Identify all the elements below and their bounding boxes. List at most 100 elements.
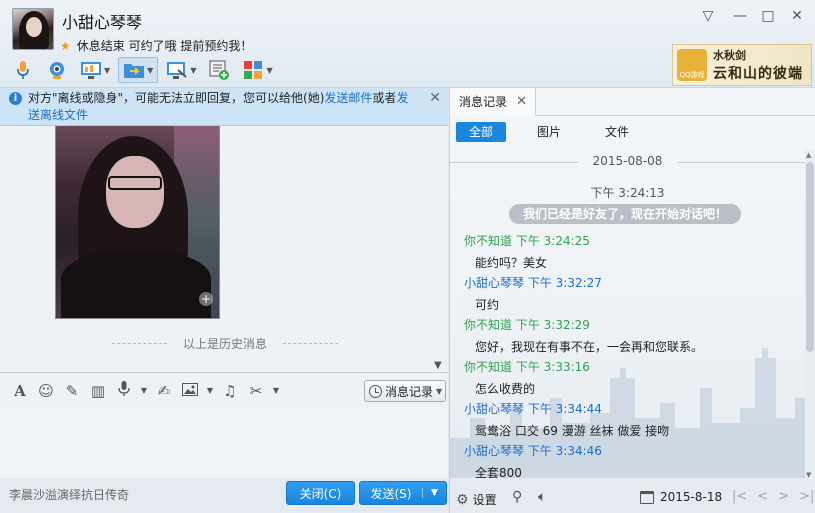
chevron-down-icon[interactable]: ▼ <box>147 66 153 75</box>
message-text: 全套800 <box>475 466 522 480</box>
prev-page-icon[interactable]: < <box>757 489 768 504</box>
chevron-down-icon[interactable]: ▼ <box>104 66 110 75</box>
close-tab-icon[interactable]: ✕ <box>516 88 527 116</box>
contact-avatar[interactable] <box>12 8 54 50</box>
send-email-link[interactable]: 发送邮件 <box>324 91 372 105</box>
edit-icon[interactable]: ✍ <box>154 382 174 400</box>
message-list[interactable]: 2015-08-08 下午 3:24:13 我们已经是好友了，现在开始对话吧！ … <box>450 150 805 480</box>
video-call-button[interactable] <box>42 57 72 83</box>
chevron-down-icon[interactable]: ▼ <box>266 66 272 75</box>
filter-tab-all[interactable]: 全部 <box>456 122 507 142</box>
message-scrollbar[interactable]: ▲ ▼ <box>805 150 815 480</box>
calendar-icon <box>640 490 654 504</box>
date-separator: 2015-08-08 <box>450 154 805 168</box>
chevron-down-icon[interactable]: ▼ <box>190 66 196 75</box>
scissors-icon[interactable]: ✂ <box>246 382 266 400</box>
scroll-thumb[interactable] <box>806 162 814 352</box>
image-icon[interactable] <box>180 382 200 400</box>
send-button[interactable]: 发送(S) ▼ <box>359 481 447 505</box>
filter-tab-files[interactable]: 文件 <box>592 122 642 142</box>
close-notice-icon[interactable]: ✕ <box>429 90 441 107</box>
notice-or: 或者 <box>372 91 397 105</box>
message-record-button[interactable]: 消息记录 ▼ <box>364 380 446 402</box>
send-file-button[interactable]: ▼ <box>118 57 159 83</box>
chevron-down-icon[interactable]: ▼ <box>140 386 148 395</box>
bottom-bar: 李晨沙溢演绎抗日传奇 关闭(C) 发送(S) ▼ <box>0 478 448 513</box>
chat-toolbar: ▼ ▼ ▼ ▼ <box>8 56 277 84</box>
ad-line2: 云和山的彼端 <box>713 66 803 82</box>
nudge-icon[interactable]: ✎ <box>62 382 82 400</box>
settings-button[interactable]: ⚙ 设置 <box>456 491 497 508</box>
first-page-icon[interactable]: |< <box>732 489 747 504</box>
close-chat-button[interactable]: 关闭(C) <box>286 481 355 505</box>
contact-name[interactable]: 小甜心琴琴 <box>62 9 142 33</box>
collapse-chevron-icon[interactable]: ▼ <box>434 360 442 371</box>
screenshot-share-button[interactable]: ▼ <box>162 57 200 83</box>
next-page-icon[interactable]: > <box>778 489 789 504</box>
filter-tab-images[interactable]: 图片 <box>524 122 574 142</box>
notice-text: 对方"离线或隐身"，可能无法立即回复，您可以给他(她) <box>28 91 325 105</box>
scroll-down-icon[interactable]: ▼ <box>806 471 811 479</box>
scroll-up-icon[interactable]: ▲ <box>806 151 811 159</box>
tab-label: 消息记录 <box>459 95 508 109</box>
date-picker[interactable]: 2015-8-18 <box>640 490 722 504</box>
settings-label: 设置 <box>472 493 497 507</box>
minimize-button[interactable]: — <box>730 8 750 24</box>
create-discussion-button[interactable] <box>204 57 234 83</box>
page-navigation: |< < > >| <box>732 489 814 504</box>
news-ticker-link[interactable]: 李晨沙溢演绎抗日传奇 <box>9 486 129 503</box>
calendar-date: 2015-8-18 <box>660 490 723 504</box>
dropdown-icon[interactable]: ▽ <box>698 8 718 24</box>
clock-icon <box>369 384 382 398</box>
message-text: 鸳鸯浴 口交 69 漫游 丝袜 做爱 接吻 <box>475 424 670 438</box>
game-ad-banner[interactable]: QQ游戏 水秋剑 云和山的彼端 <box>672 44 812 86</box>
tab-message-record[interactable]: 消息记录 ✕ <box>450 88 536 116</box>
chevron-down-icon[interactable]: ▼ <box>272 386 280 395</box>
message-input[interactable] <box>0 408 448 478</box>
font-icon[interactable]: A <box>10 382 30 400</box>
history-bottom-bar: ⚙ 设置 ⚲ 🔈︎ 2015-8-18 |< < > >| <box>450 485 815 513</box>
offline-notice-bar: i 对方"离线或隐身"，可能无法立即回复，您可以给他(她)发送邮件或者发送离线文… <box>0 88 448 126</box>
add-chat-icon <box>208 59 230 81</box>
system-message: 我们已经是好友了，现在开始对话吧！ <box>509 204 741 224</box>
filter-tabs: 全部 图片 文件 <box>456 122 660 142</box>
chevron-down-icon[interactable]: ▼ <box>422 488 446 498</box>
voice-call-button[interactable] <box>8 57 38 83</box>
message-header: 小甜心琴琴 下午 3:32:27 <box>464 276 602 290</box>
microphone-icon <box>12 59 34 81</box>
webcam-icon <box>46 59 68 81</box>
contact-status: ★ 休息结束 可约了哦 提前预约我！ <box>60 37 252 54</box>
close-window-button[interactable]: ✕ <box>787 8 807 24</box>
gear-icon: ⚙ <box>456 491 469 508</box>
qq-game-logo: QQ游戏 <box>677 49 707 81</box>
message-history-pane: 消息记录 ✕ 全部 图片 文件 2015-08-08 下午 3:24:13 我们… <box>449 88 815 513</box>
last-page-icon[interactable]: >| <box>799 489 814 504</box>
ad-line1: 水秋剑 <box>713 49 746 62</box>
emoji-icon[interactable]: ☺ <box>36 382 56 400</box>
message-header: 小甜心琴琴 下午 3:34:44 <box>464 402 602 416</box>
send-label: 发送(S) <box>370 486 412 501</box>
status-text: 休息结束 可约了哦 提前预约我！ <box>76 39 253 53</box>
zoom-plus-icon[interactable]: + <box>199 292 213 306</box>
star-icon: ★ <box>60 38 71 53</box>
ad-text: 水秋剑 云和山的彼端 <box>713 47 803 83</box>
video-clip-icon[interactable]: ▥ <box>88 382 108 400</box>
history-separator: 以上是历史消息 <box>112 335 338 352</box>
message-header: 你不知道 下午 3:24:25 <box>464 234 590 248</box>
chevron-down-icon[interactable]: ▼ <box>206 386 214 395</box>
voice-message-icon[interactable] <box>114 381 134 400</box>
system-time: 下午 3:24:13 <box>590 186 665 200</box>
speaker-icon[interactable]: 🔈︎ <box>538 489 546 505</box>
apps-button[interactable]: ▼ <box>238 57 276 83</box>
message-header: 你不知道 下午 3:32:29 <box>464 318 590 332</box>
remote-assist-icon <box>166 59 188 81</box>
message-record-label: 消息记录 <box>385 384 434 399</box>
search-icon[interactable]: ⚲ <box>512 489 522 505</box>
input-toolbar: A ☺ ✎ ▥ ▼ ✍ ▼ ♫ ✂ ▼ 消息记录 ▼ <box>0 372 448 408</box>
message-header: 小甜心琴琴 下午 3:34:46 <box>464 444 602 458</box>
chat-history-area[interactable]: + 以上是历史消息 ▼ <box>0 126 448 372</box>
music-icon[interactable]: ♫ <box>220 382 240 400</box>
shared-photo[interactable]: + <box>55 126 220 319</box>
remote-desktop-button[interactable]: ▼ <box>76 57 114 83</box>
maximize-button[interactable]: □ <box>758 8 778 24</box>
